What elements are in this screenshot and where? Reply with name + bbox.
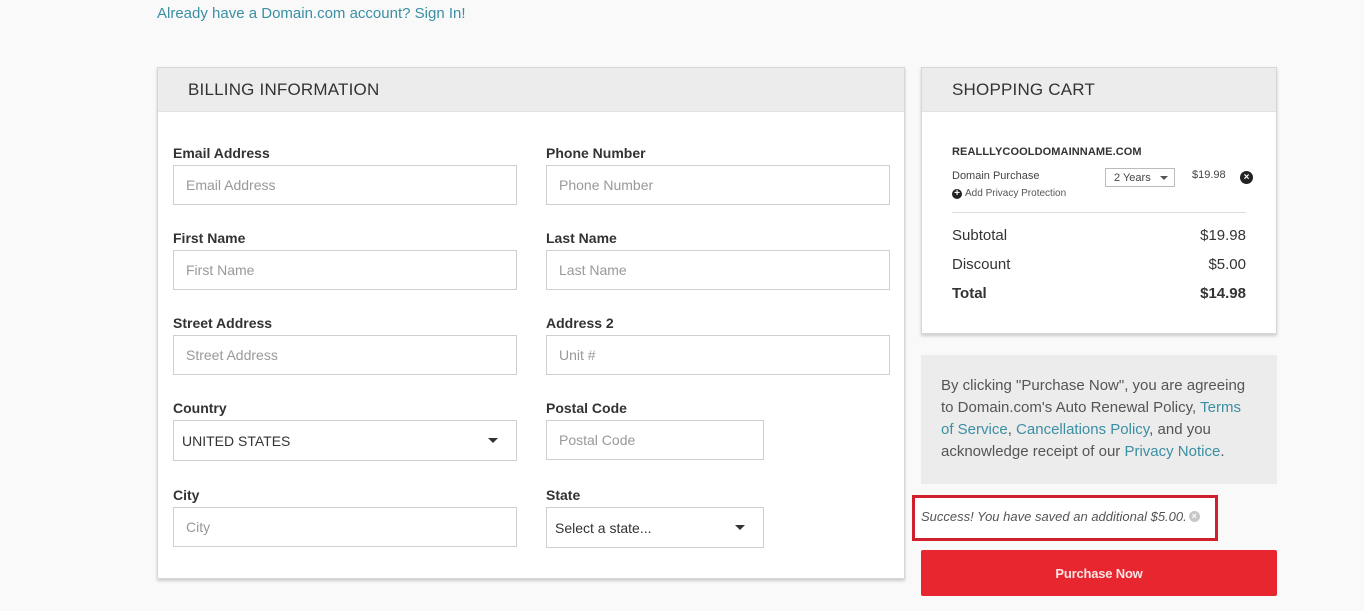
city-field-group: City: [173, 487, 517, 547]
discount-label: Discount: [952, 256, 1011, 273]
street-field-group: Street Address: [173, 315, 517, 375]
term-selected-value: 2 Years: [1114, 171, 1151, 184]
cart-panel-title: SHOPPING CART: [922, 68, 1276, 112]
country-label: Country: [173, 400, 227, 416]
address2-input[interactable]: [546, 335, 890, 375]
postal-label: Postal Code: [546, 400, 627, 416]
city-label: City: [173, 487, 200, 503]
total-label: Total: [952, 285, 987, 302]
phone-field-group: Phone Number: [546, 145, 890, 205]
last-name-label: Last Name: [546, 230, 617, 246]
cart-totals: Subtotal $19.98 Discount $5.00 Total $14…: [952, 221, 1246, 308]
phone-input[interactable]: [546, 165, 890, 205]
remove-item-icon[interactable]: ×: [1240, 171, 1253, 184]
subtotal-value: $19.98: [1200, 227, 1246, 244]
add-privacy-label: Add Privacy Protection: [965, 188, 1067, 199]
shopping-cart-panel: SHOPPING CART REALLLYCOOLDOMAINNAME.COM …: [921, 67, 1277, 334]
subtotal-row: Subtotal $19.98: [952, 221, 1246, 250]
phone-label: Phone Number: [546, 145, 646, 161]
address2-field-group: Address 2: [546, 315, 890, 375]
billing-panel-title: BILLING INFORMATION: [158, 68, 904, 112]
total-row: Total $14.98: [952, 279, 1246, 308]
cart-domain-name: REALLLYCOOLDOMAINNAME.COM: [952, 146, 1142, 158]
close-icon[interactable]: ×: [1188, 511, 1200, 522]
last-name-field-group: Last Name: [546, 230, 890, 290]
country-select[interactable]: UNITED STATES: [173, 420, 517, 461]
add-privacy-protection-link[interactable]: + Add Privacy Protection: [952, 188, 1066, 199]
subtotal-label: Subtotal: [952, 227, 1008, 244]
chevron-down-icon: [735, 525, 745, 530]
chevron-down-icon: [488, 438, 498, 443]
terms-separator: ,: [1007, 421, 1017, 438]
postal-input[interactable]: [546, 420, 764, 460]
billing-information-panel: BILLING INFORMATION Email Address Phone …: [157, 67, 905, 579]
terms-notice: By clicking "Purchase Now", you are agre…: [921, 355, 1277, 484]
first-name-field-group: First Name: [173, 230, 517, 290]
postal-field-group: Postal Code: [546, 400, 764, 460]
item-label: Domain Purchase: [952, 170, 1040, 182]
terms-period: .: [1220, 443, 1225, 460]
success-text: Success! You have saved an additional $5…: [921, 509, 1187, 524]
country-field-group: Country UNITED STATES: [173, 400, 517, 461]
item-price: $19.98: [1192, 169, 1226, 181]
term-select[interactable]: 2 Years: [1105, 168, 1175, 187]
plus-circle-icon: +: [952, 188, 962, 199]
chevron-down-icon: [1160, 175, 1168, 180]
purchase-now-button[interactable]: Purchase Now: [921, 550, 1277, 596]
first-name-label: First Name: [173, 230, 246, 246]
success-message-box: Success! You have saved an additional $5…: [912, 495, 1218, 541]
cart-divider: [952, 212, 1246, 213]
cart-line-item: Domain Purchase 2 Years $19.98 × + Add P…: [952, 168, 1253, 204]
email-field-group: Email Address: [173, 145, 517, 205]
city-input[interactable]: [173, 507, 517, 547]
state-selected-value: Select a state...: [555, 519, 652, 536]
address2-label: Address 2: [546, 315, 614, 331]
first-name-input[interactable]: [173, 250, 517, 290]
email-label: Email Address: [173, 145, 270, 161]
success-message: Success! You have saved an additional $5…: [921, 509, 1200, 524]
street-label: Street Address: [173, 315, 273, 331]
total-value: $14.98: [1200, 285, 1246, 302]
state-field-group: State Select a state...: [546, 487, 764, 548]
sign-in-link[interactable]: Already have a Domain.com account? Sign …: [157, 5, 466, 22]
discount-value: $5.00: [1208, 256, 1246, 273]
privacy-notice-link[interactable]: Privacy Notice: [1124, 443, 1220, 460]
street-input[interactable]: [173, 335, 517, 375]
email-input[interactable]: [173, 165, 517, 205]
discount-row: Discount $5.00: [952, 250, 1246, 279]
cancellations-policy-link[interactable]: Cancellations Policy: [1016, 421, 1149, 438]
state-label: State: [546, 487, 581, 503]
country-selected-value: UNITED STATES: [182, 432, 291, 449]
last-name-input[interactable]: [546, 250, 890, 290]
state-select[interactable]: Select a state...: [546, 507, 764, 548]
